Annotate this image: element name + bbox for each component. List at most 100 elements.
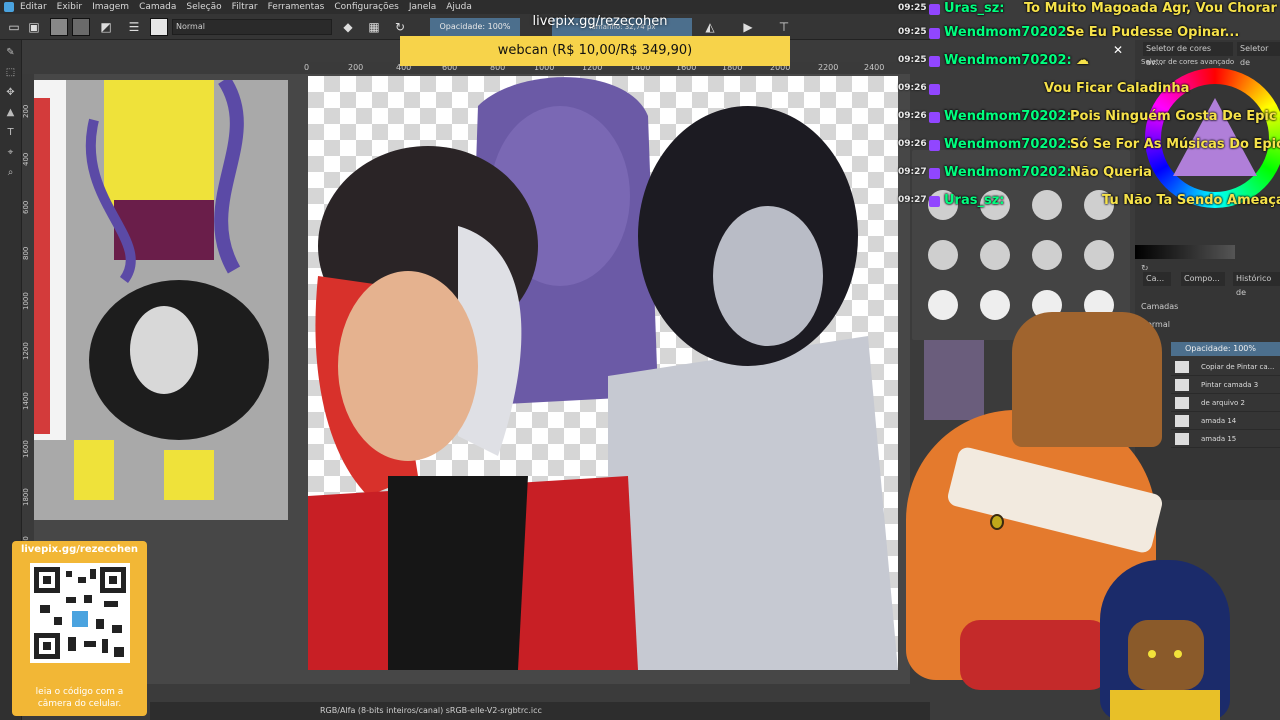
layer-name: amada 14 [1201, 417, 1237, 425]
ruler-tick: 2200 [818, 63, 839, 72]
chat-text: Tu Não Ta Sendo Ameaçad [1102, 193, 1280, 208]
wrap-around-icon[interactable]: ⊤ [776, 19, 792, 35]
chat-text: To Muito Magoada Agr, Vou Chorar Até O [1024, 1, 1280, 16]
chat-message: 09:25 Wendmom70202: Se Eu Pudesse Opinar… [898, 24, 1280, 46]
reference-image-panel[interactable] [34, 76, 288, 520]
emote-icon [928, 290, 958, 320]
eyedropper-tool-icon[interactable]: ⌖ [4, 146, 17, 159]
badge-icon [929, 168, 940, 179]
ruler-tick: 1600 [22, 440, 30, 458]
menu-camada[interactable]: Camada [139, 2, 176, 12]
reload-preset-icon[interactable]: ↻ [392, 19, 408, 35]
emote-icon [980, 290, 1010, 320]
badge-icon [929, 112, 940, 123]
qr-donation-card: livepix.gg/rezecohen leia o código com a… [12, 541, 147, 716]
mirror-horizontal-icon[interactable]: ◭ [702, 19, 718, 35]
layer-row[interactable]: Pintar camada 3 [1171, 376, 1280, 394]
ruler-tick: 1400 [22, 392, 30, 410]
layer-thumbnail [1175, 379, 1189, 391]
qr-caption: leia o código com a câmera do celular. [12, 686, 147, 710]
qr-url-label: livepix.gg/rezecohen [20, 544, 139, 555]
text-tool-icon[interactable]: T [4, 126, 17, 139]
badge-icon [929, 4, 940, 15]
tab-compositions[interactable]: Compo... [1181, 272, 1225, 286]
chat-text: Não Queria [1070, 165, 1152, 180]
tab-ca[interactable]: Ca... [1143, 272, 1171, 286]
menu-janela[interactable]: Janela [409, 2, 436, 12]
fill-tool-icon[interactable]: ▲ [4, 106, 17, 119]
layer-thumbnail [1175, 433, 1189, 445]
layer-row[interactable]: amada 15 [1171, 430, 1280, 448]
chat-overlay: 09:25 Uras_sz: To Muito Magoada Agr, Vou… [898, 0, 1280, 230]
tab-history[interactable]: Histórico de [1233, 272, 1280, 297]
save-icon[interactable]: ▣ [26, 19, 42, 35]
zoom-tool-icon[interactable]: ⌕ [4, 166, 17, 179]
chat-text: Se Eu Pudesse Opinar... [1066, 25, 1240, 40]
drawing-canvas[interactable] [308, 76, 898, 670]
donation-goal-banner: webcan (R$ 10,00/R$ 349,90) [400, 36, 790, 66]
blend-mode-select[interactable]: Normal [172, 19, 332, 35]
brush-preset-swatch[interactable] [150, 18, 168, 36]
menu-selecao[interactable]: Seleção [186, 2, 221, 12]
layer-opacity-slider[interactable]: Opacidade: 100% [1171, 342, 1280, 356]
menu-bar: Editar Exibir Imagem Camada Seleção Filt… [0, 0, 930, 14]
layer-row[interactable]: Copiar de Pintar ca... [1171, 358, 1280, 376]
ruler-tick: 200 [348, 63, 364, 72]
chat-text: Só Se For As Músicas Do Epica [1070, 137, 1280, 152]
menu-configuracoes[interactable]: Configurações [334, 2, 398, 12]
chat-message: 09:25 Uras_sz: To Muito Magoada Agr, Vou… [898, 0, 1280, 22]
layer-row[interactable]: amada 14 [1171, 412, 1280, 430]
layer-thumbnail [1175, 397, 1189, 409]
gradient-swatch[interactable] [50, 18, 68, 36]
mirror-vertical-icon[interactable]: ▶ [740, 19, 756, 35]
badge-icon [929, 28, 940, 39]
layer-thumbnail [1175, 415, 1189, 427]
pattern-swatch[interactable] [72, 18, 90, 36]
menu-editar[interactable]: Editar [20, 2, 47, 12]
new-document-icon[interactable]: ▭ [6, 19, 22, 35]
close-icon[interactable]: ✕ [1112, 44, 1124, 56]
brush-tool-icon[interactable]: ✎ [4, 46, 17, 59]
app-logo-icon[interactable] [4, 2, 14, 12]
move-tool-icon[interactable]: ✥ [4, 86, 17, 99]
chat-text: Pois Ninguém Gosta De Epic Ac [1070, 109, 1280, 124]
stream-url-overlay: livepix.gg/rezecohen [532, 14, 668, 29]
chat-message: 09:26 Wendmom70202: Só Se For As Músicas… [898, 136, 1280, 158]
chat-timestamp: 09:26 [898, 139, 927, 149]
chat-message: 09:26 Wendmom70202: Pois Ninguém Gosta D… [898, 108, 1280, 130]
character-illustration [308, 77, 898, 670]
chat-username: Wendmom70202: [944, 109, 1072, 124]
chat-message: 09:25 Wendmom70202: ☁ [898, 52, 1280, 74]
chat-text: Vou Ficar Caladinha [1044, 81, 1190, 96]
menu-ajuda[interactable]: Ajuda [446, 2, 472, 12]
layer-name: amada 15 [1201, 435, 1237, 443]
ruler-tick: 1800 [22, 488, 30, 506]
chibi-character-face [1128, 620, 1204, 690]
chat-timestamp: 09:27 [898, 195, 927, 205]
value-slider[interactable] [1135, 245, 1235, 259]
layer-row[interactable]: de arquivo 2 [1171, 394, 1280, 412]
emote-icon [1032, 240, 1062, 270]
menu-exibir[interactable]: Exibir [57, 2, 82, 12]
fox-eye-icon [990, 514, 1004, 530]
status-bar: RGB/Alfa (8-bits inteiros/canal) sRGB-el… [150, 702, 930, 720]
ruler-tick: 1000 [22, 292, 30, 310]
swap-colors-icon[interactable]: ◩ [98, 19, 114, 35]
fox-scarf [960, 620, 1110, 690]
menu-filtrar[interactable]: Filtrar [232, 2, 258, 12]
layer-thumbnail [1175, 361, 1189, 373]
emote-icon [980, 240, 1010, 270]
alpha-lock-icon[interactable]: ▦ [366, 19, 382, 35]
streamer-avatar-face [1012, 312, 1162, 447]
menu-imagem[interactable]: Imagem [92, 2, 129, 12]
chat-username: Wendmom70202: [944, 25, 1072, 40]
chat-timestamp: 09:26 [898, 83, 927, 93]
opacity-slider[interactable]: Opacidade: 100% [430, 18, 520, 36]
eraser-icon[interactable]: ◆ [340, 19, 356, 35]
select-tool-icon[interactable]: ⬚ [4, 66, 17, 79]
chat-timestamp: 09:27 [898, 167, 927, 177]
chat-message: 09:27 Uras_sz: Tu Não Ta Sendo Ameaçad [898, 192, 1280, 214]
reference-red-strip [34, 98, 50, 434]
menu-ferramentas[interactable]: Ferramentas [268, 2, 325, 12]
brush-settings-icon[interactable]: ☰ [126, 19, 142, 35]
